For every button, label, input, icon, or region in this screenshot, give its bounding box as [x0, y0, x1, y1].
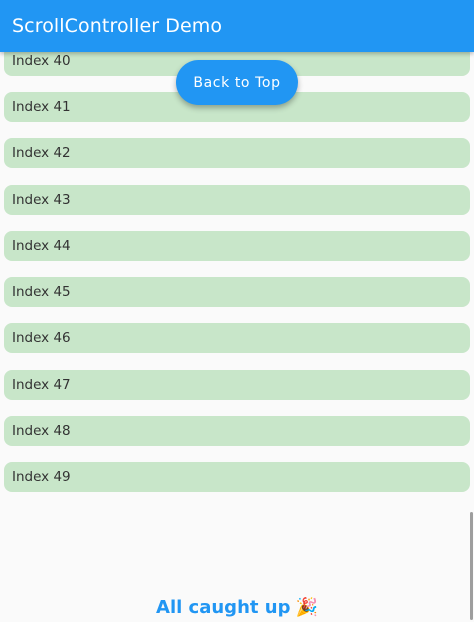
list-item[interactable]: Index 44 [4, 231, 470, 261]
list-item-label: Index 41 [12, 99, 71, 115]
list-item[interactable]: Index 47 [4, 370, 470, 400]
list-item-label: Index 49 [12, 469, 71, 485]
app-bar-title: ScrollController Demo [12, 15, 223, 37]
back-to-top-label: Back to Top [193, 74, 281, 91]
list-item-label: Index 43 [12, 192, 71, 208]
scrollbar-thumb[interactable] [470, 512, 473, 620]
back-to-top-button[interactable]: Back to Top [176, 60, 298, 105]
list-item[interactable]: Index 48 [4, 416, 470, 446]
list-item[interactable]: Index 43 [4, 185, 470, 215]
list-item-label: Index 40 [12, 53, 71, 69]
list-item[interactable]: Index 42 [4, 138, 470, 168]
app-screen: ScrollController Demo Index 40 Index 41 … [0, 0, 474, 622]
list-item-label: Index 46 [12, 330, 71, 346]
list-item-label: Index 45 [12, 284, 71, 300]
list-item[interactable]: Index 46 [4, 323, 470, 353]
list-item[interactable]: Index 49 [4, 462, 470, 492]
list-item-label: Index 44 [12, 238, 71, 254]
list-item-label: Index 48 [12, 423, 71, 439]
list-item-label: Index 42 [12, 145, 71, 161]
list-item[interactable]: Index 45 [4, 277, 470, 307]
party-popper-icon: 🎉 [295, 597, 318, 618]
footer-text: All caught up [156, 597, 291, 618]
all-caught-up-footer: All caught up 🎉 [0, 597, 474, 618]
app-bar: ScrollController Demo [0, 0, 474, 52]
list-item-label: Index 47 [12, 377, 71, 393]
